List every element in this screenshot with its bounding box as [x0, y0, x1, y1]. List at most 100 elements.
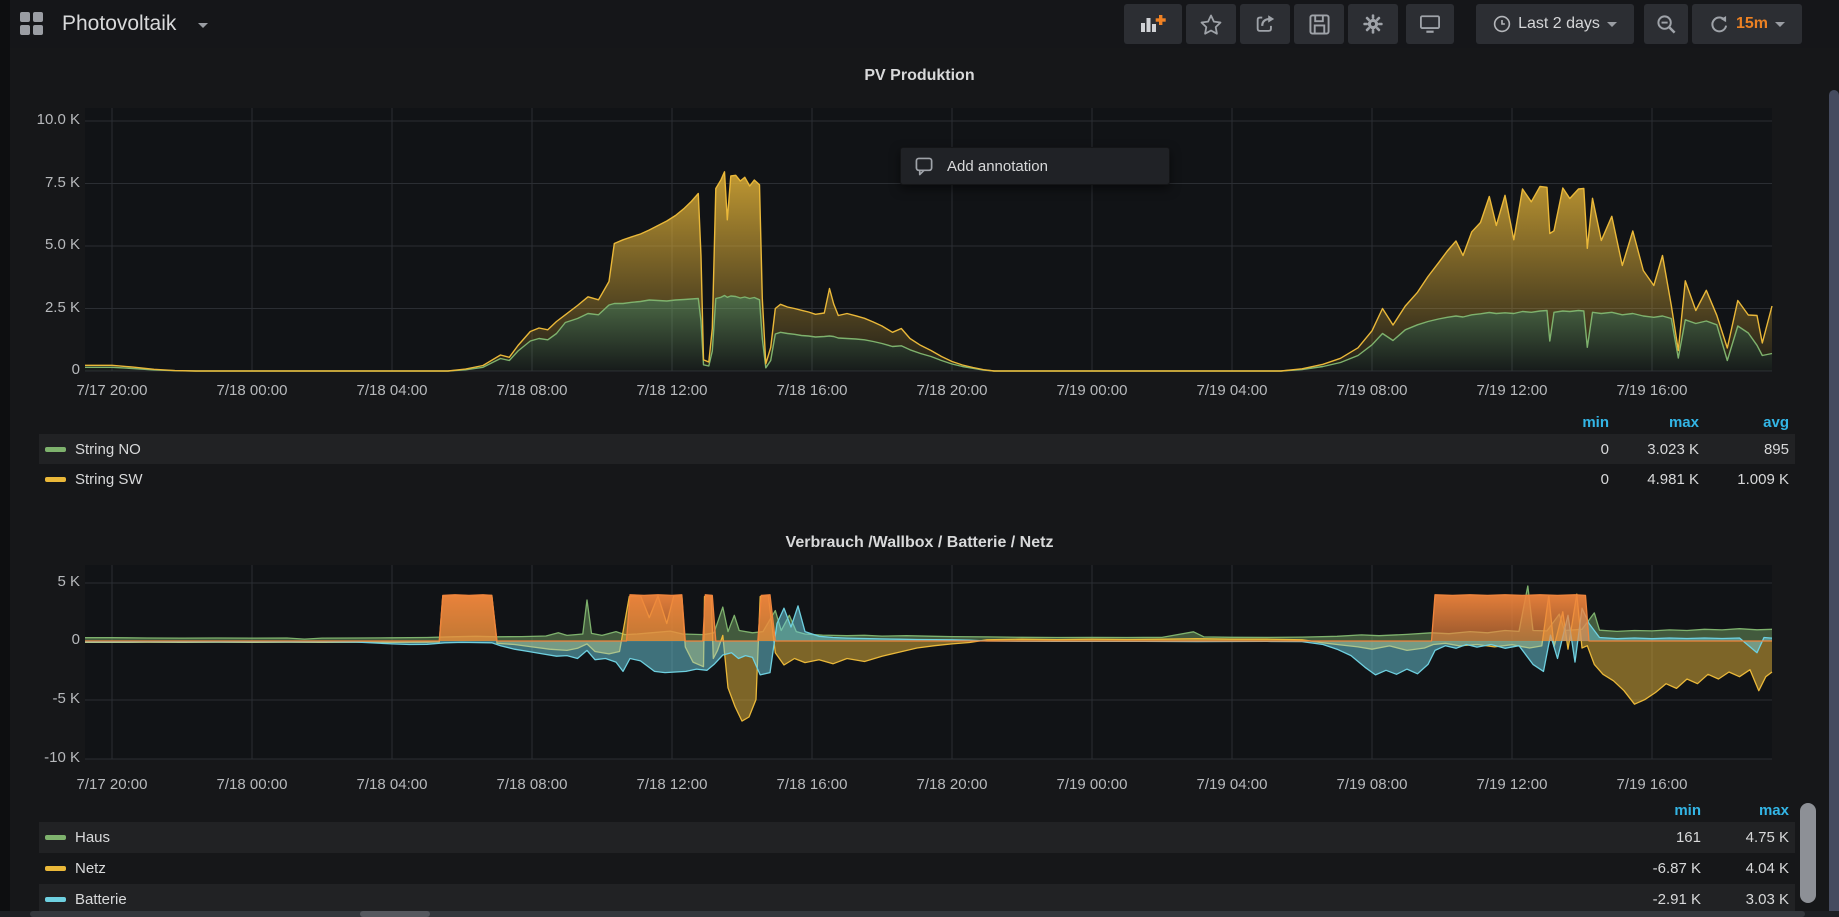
dashboard-title[interactable]: Photovoltaik: [62, 0, 176, 48]
legend-row-haus: Haus 1614.75 K: [39, 822, 1795, 853]
legend-sort-min[interactable]: min: [1613, 802, 1701, 819]
legend-scrollbar-thumb[interactable]: [1800, 803, 1816, 903]
x-axis-tick: 7/19 08:00: [1337, 382, 1408, 399]
legend-value: 4.04 K: [1701, 860, 1789, 877]
add-annotation-menu-item[interactable]: Add annotation: [900, 147, 1170, 185]
legend-row-string-sw: String SW 04.981 K1.009 K: [39, 464, 1795, 494]
panel-title-verbrauch[interactable]: Verbrauch /Wallbox / Batterie / Netz: [0, 534, 1839, 552]
x-axis-tick: 7/18 16:00: [777, 382, 848, 399]
y-axis-tick: 2.5 K: [5, 299, 80, 316]
x-axis-tick: 7/19 16:00: [1617, 382, 1688, 399]
x-axis-tick: 7/18 20:00: [917, 776, 988, 793]
x-axis-tick: 7/19 00:00: [1057, 382, 1128, 399]
time-range-label: Last 2 days: [1518, 15, 1600, 33]
zoom-out-icon: [1656, 14, 1677, 35]
y-axis-tick: 0: [5, 631, 80, 648]
tv-icon: [1419, 14, 1441, 34]
legend-row-string-no: String NO 03.023 K895: [39, 434, 1795, 464]
y-axis-tick: 5.0 K: [5, 236, 80, 253]
x-axis-tick: 7/19 12:00: [1477, 776, 1548, 793]
comment-bubble-icon: [915, 157, 934, 176]
series-color-dash[interactable]: [45, 447, 66, 452]
series-color-dash[interactable]: [45, 835, 66, 840]
x-axis-tick: 7/18 12:00: [637, 776, 708, 793]
x-axis-tick: 7/19 00:00: [1057, 776, 1128, 793]
legend-value: 161: [1613, 829, 1701, 846]
horizontal-scrollbar[interactable]: [0, 911, 1839, 917]
refresh-icon: [1709, 14, 1729, 34]
y-axis-tick: 5 K: [5, 573, 80, 590]
legend-value: 3.023 K: [1609, 441, 1699, 458]
y-axis-tick: 10.0 K: [5, 111, 80, 128]
y-axis-tick: -10 K: [5, 749, 80, 766]
share-button[interactable]: [1240, 4, 1290, 44]
series-color-dash[interactable]: [45, 477, 66, 482]
legend-value: 0: [1519, 441, 1609, 458]
x-axis-tick: 7/19 04:00: [1197, 776, 1268, 793]
legend-value: 4.75 K: [1701, 829, 1789, 846]
tv-mode-button[interactable]: [1406, 4, 1454, 44]
add-panel-button[interactable]: [1124, 4, 1182, 44]
series-label[interactable]: String NO: [75, 441, 141, 458]
horizontal-scrollbar-thumb[interactable]: [30, 911, 1805, 917]
series-label[interactable]: String SW: [75, 471, 143, 488]
series-label[interactable]: Batterie: [75, 891, 127, 908]
vertical-scrollbar[interactable]: [1829, 90, 1839, 917]
caret-down-icon[interactable]: [198, 23, 208, 28]
left-edge-strip: [0, 0, 10, 917]
legend-header: minmax: [39, 798, 1795, 822]
y-axis-tick: 7.5 K: [5, 174, 80, 191]
legend-value: 3.03 K: [1701, 891, 1789, 908]
y-axis-tick: 0: [5, 361, 80, 378]
caret-down-icon: [1607, 22, 1617, 27]
star-icon: [1200, 14, 1222, 35]
x-axis-tick: 7/18 00:00: [217, 382, 288, 399]
gear-icon: [1362, 13, 1384, 35]
navbar: Photovoltaik: [0, 0, 1839, 48]
series-label[interactable]: Netz: [75, 860, 106, 877]
x-axis-tick: 7/18 04:00: [357, 382, 428, 399]
dashboard-grid-icon[interactable]: [20, 12, 44, 36]
add-annotation-label: Add annotation: [947, 158, 1048, 175]
panel-title-pv-produktion[interactable]: PV Produktion: [0, 67, 1839, 85]
x-axis-tick: 7/18 20:00: [917, 382, 988, 399]
settings-button[interactable]: [1348, 4, 1398, 44]
clock-icon: [1493, 15, 1511, 33]
star-button[interactable]: [1186, 4, 1236, 44]
x-axis-tick: 7/19 08:00: [1337, 776, 1408, 793]
series-label[interactable]: Haus: [75, 829, 110, 846]
x-axis-tick: 7/19 04:00: [1197, 382, 1268, 399]
refresh-button[interactable]: 15m: [1692, 4, 1802, 44]
x-axis-tick: 7/18 12:00: [637, 382, 708, 399]
legend-sort-max[interactable]: max: [1701, 802, 1789, 819]
legend-value: 1.009 K: [1699, 471, 1789, 488]
time-range-picker[interactable]: Last 2 days: [1476, 4, 1634, 44]
share-icon: [1254, 13, 1276, 35]
series-color-dash[interactable]: [45, 866, 66, 871]
add-panel-icon: [1140, 14, 1166, 34]
refresh-interval-label: 15m: [1736, 15, 1768, 33]
x-axis-tick: 7/17 20:00: [77, 776, 148, 793]
legend-sort-min[interactable]: min: [1519, 414, 1609, 431]
legend-row-netz: Netz -6.87 K4.04 K: [39, 853, 1795, 884]
x-axis-tick: 7/18 08:00: [497, 776, 568, 793]
legend-sort-max[interactable]: max: [1609, 414, 1699, 431]
legend-value: -2.91 K: [1613, 891, 1701, 908]
x-axis-tick: 7/19 16:00: [1617, 776, 1688, 793]
x-axis-tick: 7/17 20:00: [77, 382, 148, 399]
legend-value: 895: [1699, 441, 1789, 458]
x-axis-tick: 7/18 08:00: [497, 382, 568, 399]
legend-sort-avg[interactable]: avg: [1699, 414, 1789, 431]
legend-value: 4.981 K: [1609, 471, 1699, 488]
x-axis-tick: 7/18 00:00: [217, 776, 288, 793]
caret-down-icon: [1775, 22, 1785, 27]
zoom-out-button[interactable]: [1644, 4, 1688, 44]
save-button[interactable]: [1294, 4, 1344, 44]
legend-value: 0: [1519, 471, 1609, 488]
verbrauch-chart[interactable]: [85, 565, 1772, 759]
legend-value: -6.87 K: [1613, 860, 1701, 877]
save-icon: [1309, 14, 1330, 35]
series-color-dash[interactable]: [45, 897, 66, 902]
y-axis-tick: -5 K: [5, 690, 80, 707]
x-axis-tick: 7/18 04:00: [357, 776, 428, 793]
